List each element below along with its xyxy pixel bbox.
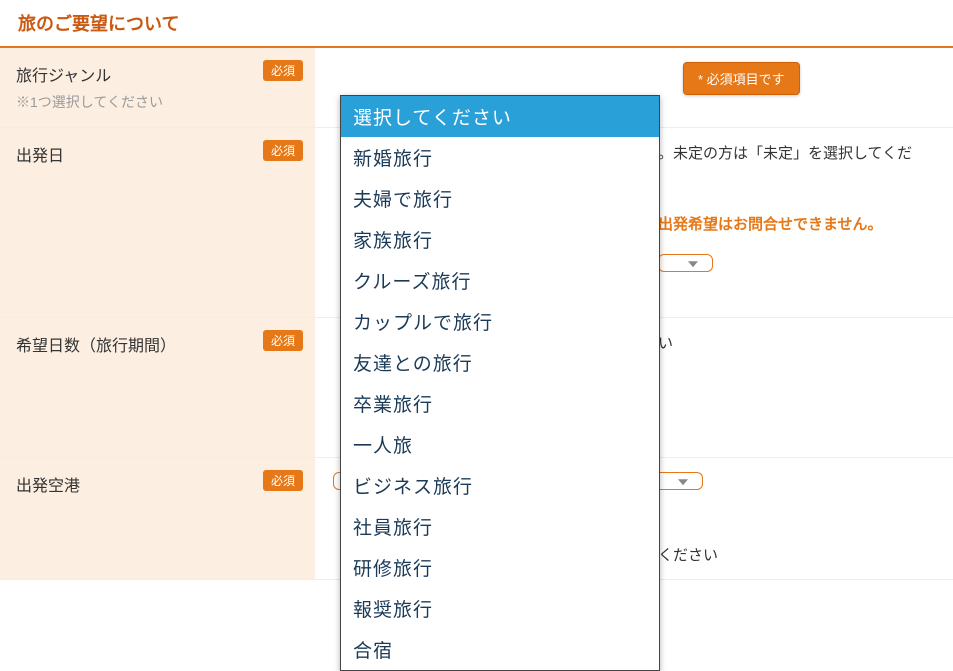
airport-subnote: ください [658,544,935,565]
label-departure-date: 出発日 [16,142,299,166]
label-cell-duration: 希望日数（旅行期間） 必須 [0,318,315,457]
label-hint-genre: ※1つ選択してください [16,92,299,112]
dropdown-option[interactable]: クルーズ旅行 [341,260,659,301]
label-cell-airport: 出発空港 必須 [0,458,315,579]
label-genre: 旅行ジャンル [16,62,299,86]
dropdown-option[interactable]: 研修旅行 [341,547,659,588]
dropdown-option[interactable]: カップルで旅行 [341,301,659,342]
dropdown-option[interactable]: 夫婦で旅行 [341,178,659,219]
dropdown-option[interactable]: 新婚旅行 [341,137,659,178]
label-airport: 出発空港 [16,472,299,496]
dropdown-option-placeholder[interactable]: 選択してください [341,96,659,137]
required-badge: 必須 [263,330,303,351]
genre-dropdown[interactable]: 選択してください 新婚旅行 夫婦で旅行 家族旅行 クルーズ旅行 カップルで旅行 … [340,95,660,671]
dropdown-option[interactable]: 一人旅 [341,424,659,465]
label-duration: 希望日数（旅行期間） [16,332,299,356]
required-badge: 必須 [263,140,303,161]
required-badge: 必須 [263,470,303,491]
section-header: 旅のご要望について [0,0,953,48]
dropdown-option[interactable]: ビジネス旅行 [341,465,659,506]
label-cell-genre: 旅行ジャンル ※1つ選択してください 必須 [0,48,315,127]
section-title: 旅のご要望について [18,10,935,36]
duration-text-fragment: い [658,335,673,352]
departure-sub-select[interactable] [658,254,713,272]
departure-note: 。未定の方は「未定」を選択してくだ [658,142,935,163]
departure-warning: 出発希望はお問合せできません。 [658,213,935,234]
dropdown-option[interactable]: 社員旅行 [341,506,659,547]
dropdown-option[interactable]: 報奨旅行 [341,588,659,629]
dropdown-option[interactable]: 卒業旅行 [341,383,659,424]
label-cell-departure-date: 出発日 必須 [0,128,315,317]
dropdown-option[interactable]: 友達との旅行 [341,342,659,383]
validation-message: * 必須項目です [683,62,800,95]
dropdown-option[interactable]: 家族旅行 [341,219,659,260]
dropdown-option[interactable]: 合宿 [341,629,659,670]
required-badge: 必須 [263,60,303,81]
